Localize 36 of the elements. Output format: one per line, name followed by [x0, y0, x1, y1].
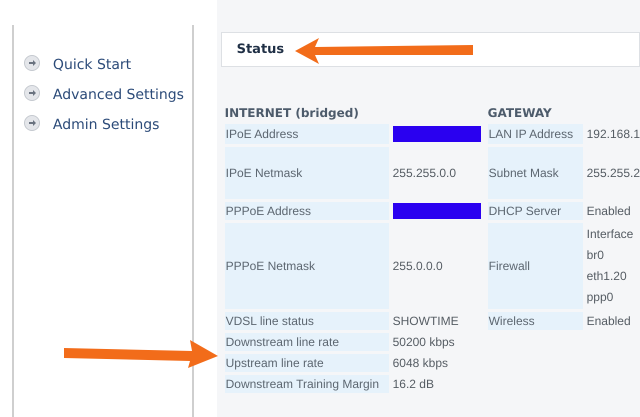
table-label: PPPoE Address: [224, 202, 389, 220]
arrow-circle-icon: [24, 55, 40, 71]
table-label: Firewall: [488, 223, 583, 309]
table-value: 16.2 dB: [392, 376, 435, 393]
sidebar-link[interactable]: Admin Settings: [52, 117, 160, 133]
table-value: Interface: [586, 226, 634, 243]
table-value: 6048 kbps: [392, 355, 449, 372]
section-heading: GATEWAY: [488, 105, 553, 121]
sidebar-link[interactable]: Advanced Settings: [52, 87, 184, 103]
table-label: IPoE Netmask: [224, 147, 389, 199]
table-value: SHOWTIME: [392, 313, 460, 330]
table-value: 192.168.1: [586, 126, 640, 143]
arrow-circle-icon: [24, 115, 40, 131]
table-label: IPoE Address: [224, 124, 389, 144]
table-label: Downstream Training Margin: [224, 375, 389, 393]
table-label: DHCP Server: [488, 202, 583, 220]
table-value: Enabled: [586, 313, 632, 330]
table-label: LAN IP Address: [488, 124, 583, 144]
table-label: Wireless: [488, 312, 583, 330]
table-value: 255.0.0.0: [392, 258, 444, 275]
arrow-circle-icon: [24, 85, 40, 101]
table-label: Downstream line rate: [224, 333, 389, 351]
table-value: eth1.20: [586, 268, 628, 285]
table-label: VDSL line status: [224, 312, 389, 330]
table-label: PPPoE Netmask: [224, 223, 389, 309]
table-value: br0: [586, 247, 605, 264]
table-label: Upstream line rate: [224, 354, 389, 372]
sidebar-link[interactable]: Quick Start: [52, 57, 132, 73]
table-value: 255.255.2: [586, 165, 640, 182]
table-value: Enabled: [586, 203, 632, 220]
section-heading: INTERNET (bridged): [224, 105, 360, 121]
table-value: 255.255.0.0: [392, 165, 458, 182]
status-title: Status: [236, 40, 284, 59]
table-label: Subnet Mask: [488, 147, 583, 199]
table-value: ppp0: [586, 289, 614, 306]
table-value: 50200 kbps: [392, 334, 456, 351]
